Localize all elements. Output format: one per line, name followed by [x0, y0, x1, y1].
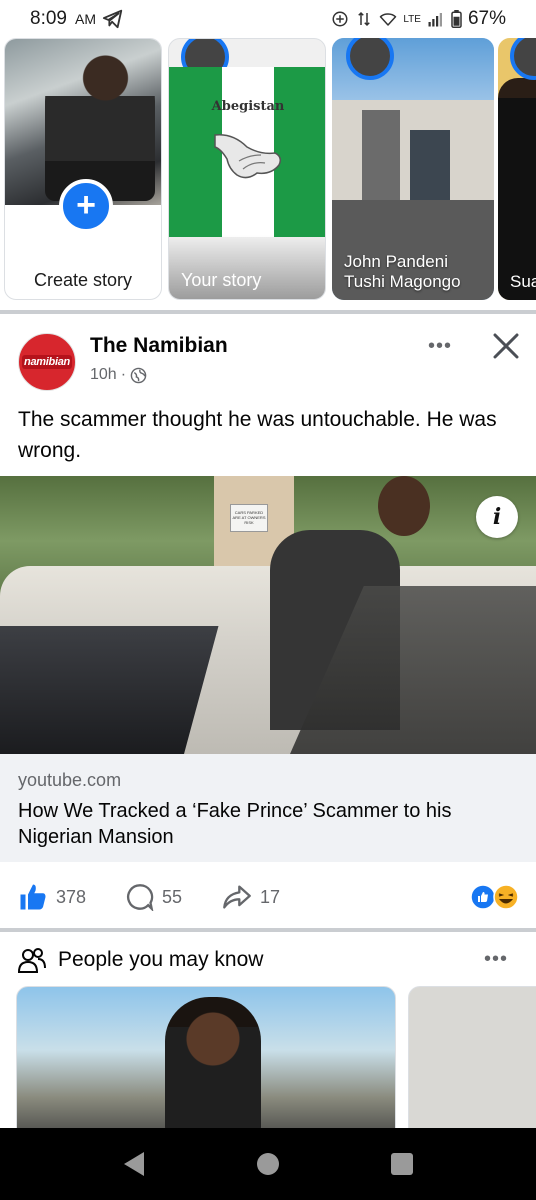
battery-icon — [451, 10, 462, 28]
your-story-card[interactable]: Abegistan Your story — [168, 38, 326, 300]
close-icon[interactable] — [490, 330, 522, 362]
link-preview-image[interactable]: CARS PARKED ARE AT OWNERS RISK — [0, 476, 536, 754]
telegram-icon — [102, 9, 123, 29]
your-story-label: Your story — [181, 270, 262, 290]
hand-icon — [214, 134, 282, 179]
network-type: LTE — [403, 13, 421, 25]
reaction-haha-icon — [493, 884, 519, 910]
location-icon — [332, 11, 348, 27]
story-name-john: John Pandeni Tushi Magongo — [344, 252, 461, 291]
recents-icon[interactable] — [386, 1148, 418, 1180]
home-icon[interactable] — [252, 1148, 284, 1180]
navigation-bar — [0, 1128, 536, 1200]
like-button[interactable]: 378 — [18, 882, 86, 912]
post-time[interactable]: 10h — [90, 366, 117, 384]
pymk-card[interactable] — [408, 986, 536, 1146]
wifi-icon — [380, 13, 397, 26]
status-ampm: AM — [74, 11, 96, 27]
info-icon[interactable]: i — [476, 496, 518, 538]
status-bar: 8:09 AM LTE 67% — [0, 0, 536, 38]
comment-icon — [127, 884, 154, 911]
pymk-card[interactable] — [16, 986, 396, 1146]
story-card-john[interactable]: John Pandeni Tushi Magongo — [332, 38, 494, 300]
create-story-card[interactable]: + Create story — [4, 38, 162, 300]
reactions-summary[interactable] — [470, 884, 522, 910]
divider — [0, 928, 536, 932]
story-card-sua[interactable]: Sua — [498, 38, 536, 300]
pymk-header: People you may know ••• — [0, 934, 536, 984]
pymk-title: People you may know — [58, 948, 264, 971]
person-silhouette — [45, 51, 155, 201]
stories-row: + Create story Abegistan Your story John… — [0, 38, 536, 308]
people-icon — [18, 948, 46, 973]
data-arrows-icon — [358, 11, 371, 27]
comment-button[interactable]: 55 — [126, 882, 182, 912]
share-button[interactable]: 17 — [222, 882, 280, 912]
person-photo — [165, 997, 261, 1137]
status-time: 8:09 — [30, 8, 67, 29]
battery-level: 67% — [467, 8, 506, 29]
post-header: namibian The Namibian 10h · ••• — [0, 318, 536, 402]
page-logo-text: namibian — [22, 355, 72, 369]
divider — [0, 310, 536, 314]
more-icon[interactable]: ••• — [484, 948, 508, 971]
signal-icon — [428, 13, 442, 27]
status-right: LTE 67% — [331, 8, 506, 30]
story-avatar-sua — [510, 38, 536, 80]
building-image — [332, 100, 494, 200]
post-text: The scammer thought he was untouchable. … — [18, 408, 497, 462]
comment-count: 55 — [162, 886, 183, 907]
link-title: How We Tracked a ‘Fake Prince’ Scammer t… — [18, 800, 452, 848]
back-icon[interactable] — [118, 1148, 150, 1180]
page-avatar[interactable]: namibian — [18, 333, 76, 391]
globe-icon — [130, 367, 147, 383]
page-name[interactable]: The Namibian — [90, 334, 228, 358]
create-story-label: Create story — [33, 270, 133, 290]
link-preview[interactable]: youtube.com How We Tracked a ‘Fake Princ… — [0, 754, 536, 862]
status-left: 8:09 AM — [30, 8, 124, 30]
like-count: 378 — [56, 886, 87, 907]
post-actions: 378 55 17 — [0, 870, 536, 924]
share-count: 17 — [260, 886, 281, 907]
flag-text: Abegistan — [211, 99, 285, 114]
post-meta: 10h · — [90, 366, 147, 384]
story-name-sua: Sua — [510, 272, 536, 291]
link-domain: youtube.com — [18, 770, 122, 790]
like-icon — [20, 884, 46, 910]
plus-icon[interactable]: + — [59, 179, 113, 233]
share-icon — [223, 885, 251, 909]
more-icon[interactable]: ••• — [424, 336, 456, 356]
